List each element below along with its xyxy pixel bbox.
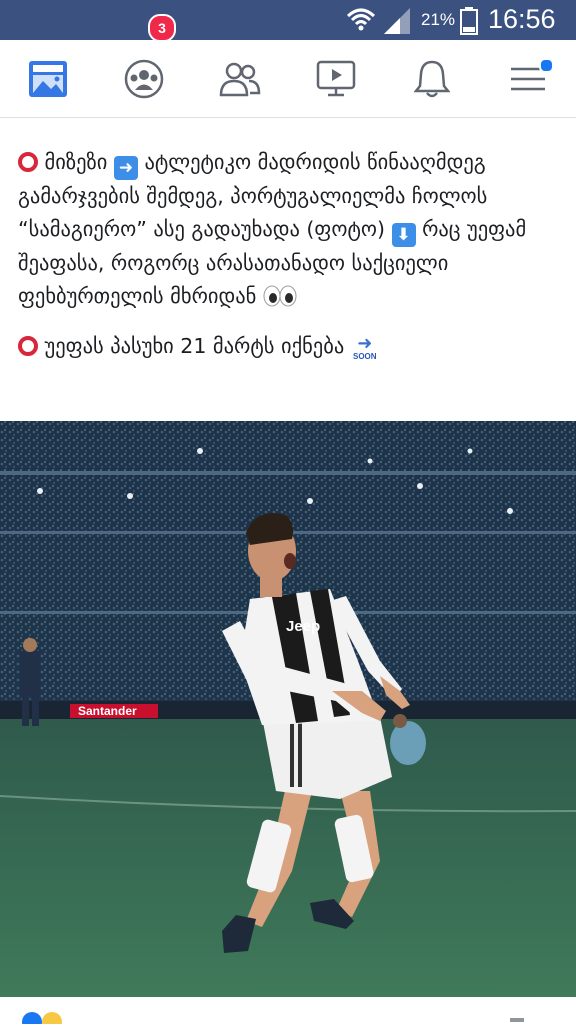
tab-news-feed[interactable] <box>8 40 88 117</box>
eyes-icon <box>263 285 297 307</box>
right-arrow-icon: ➜ <box>113 156 138 180</box>
soon-arrow-icon: ➜ SOON <box>352 333 377 361</box>
groups-notification-badge: 3 <box>148 14 176 42</box>
battery-percent: 21% <box>421 10 456 29</box>
battery-icon <box>460 7 478 35</box>
tab-groups[interactable] <box>104 40 184 117</box>
stadium-photo: Santander Jeep <box>0 421 576 997</box>
post-text-reason: მიზეზი <box>44 150 108 174</box>
top-nav-bar <box>0 40 576 118</box>
tab-friends[interactable] <box>200 40 280 117</box>
friends-icon <box>219 62 261 96</box>
jersey-sponsor: Jeep <box>286 618 320 635</box>
red-circle-icon <box>18 152 38 172</box>
signal-icon <box>384 8 410 34</box>
watch-icon <box>316 60 356 96</box>
menu-new-indicator <box>539 58 554 73</box>
news-feed-icon <box>29 60 67 97</box>
tab-watch[interactable] <box>296 40 376 117</box>
red-circle-icon <box>18 336 38 356</box>
post-photo[interactable]: Santander Jeep <box>0 421 576 997</box>
groups-icon <box>124 59 164 98</box>
reaction-icons <box>22 1012 524 1028</box>
reactions-bar <box>0 1008 576 1028</box>
post-paragraph-1: მიზეზი ➜ ატლეტიკო მადრიდის წინააღმდეგ გა… <box>18 146 563 313</box>
tab-notifications[interactable] <box>392 40 472 117</box>
post-text: მიზეზი ➜ ატლეტიკო მადრიდის წინააღმდეგ გა… <box>18 146 563 363</box>
wifi-icon <box>346 8 376 31</box>
clock: 16:56 <box>488 4 556 34</box>
post-paragraph-2: უეფას პასუხი 21 მარტს იქნება ➜ SOON <box>18 330 563 363</box>
status-bar: 21% 16:56 <box>0 0 576 40</box>
tab-menu[interactable] <box>488 40 568 117</box>
ad-board-text: Santander <box>78 704 137 718</box>
bell-icon <box>414 60 450 97</box>
down-arrow-icon: ⬇ <box>391 223 416 247</box>
post-text-response: უეფას პასუხი 21 მარტს იქნება <box>44 334 345 358</box>
